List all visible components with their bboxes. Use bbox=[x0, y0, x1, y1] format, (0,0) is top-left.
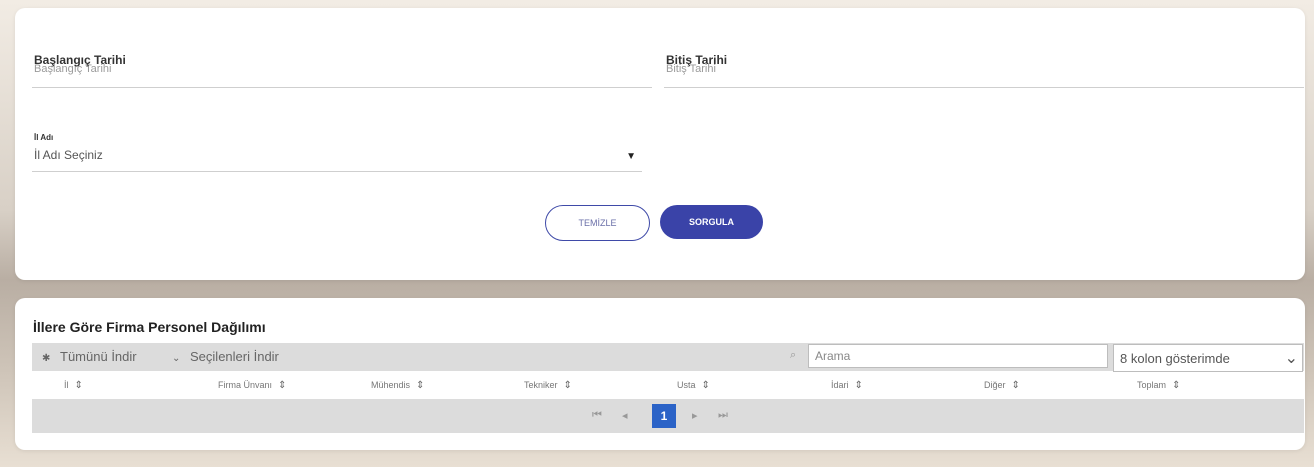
sort-icon[interactable]: ⇕ bbox=[278, 380, 286, 391]
province-select[interactable]: İl Adı İl Adı Seçiniz ▼ bbox=[32, 133, 642, 172]
report-card: İllere Göre Firma Personel Dağılımı ✱ Tü… bbox=[15, 298, 1305, 450]
next-page-icon[interactable]: ▸ bbox=[692, 409, 698, 422]
column-header-diger[interactable]: Diğer ⇕ bbox=[984, 380, 1020, 391]
column-header-muhendis[interactable]: Mühendis ⇕ bbox=[371, 380, 424, 391]
last-page-icon[interactable]: ⏭ bbox=[718, 409, 728, 422]
caret-down-icon[interactable]: ▼ bbox=[626, 151, 636, 162]
clear-button[interactable]: TEMİZLE bbox=[545, 205, 650, 241]
download-icon: ✱ bbox=[42, 353, 51, 364]
province-placeholder: İl Adı Seçiniz bbox=[34, 148, 103, 162]
table-toolbar: ✱ Tümünü İndir ⌄ Seçilenleri İndir ⌕ Ara… bbox=[32, 343, 1304, 372]
sort-icon[interactable]: ⇕ bbox=[75, 380, 83, 391]
download-selected-button[interactable]: ⌄ Seçilenleri İndir bbox=[172, 349, 279, 364]
sort-icon[interactable]: ⇕ bbox=[416, 380, 424, 391]
start-date-label: Başlangıç Tarihi bbox=[34, 53, 126, 67]
province-label: İl Adı bbox=[34, 133, 54, 142]
sort-icon[interactable]: ⇕ bbox=[702, 380, 710, 391]
columns-label: 8 kolon gösterimde bbox=[1120, 351, 1230, 366]
report-title: İllere Göre Firma Personel Dağılımı bbox=[33, 319, 266, 335]
query-button[interactable]: SORGULA bbox=[660, 205, 763, 239]
start-date-field[interactable]: Başlangıç Tarihi Başlangıç Tarihi bbox=[32, 53, 652, 88]
download-all-label: Tümünü İndir bbox=[60, 349, 137, 364]
current-page-button[interactable]: 1 bbox=[652, 404, 676, 428]
column-header-idari[interactable]: İdari ⇕ bbox=[831, 380, 863, 391]
sort-icon[interactable]: ⇕ bbox=[564, 380, 572, 391]
column-header-il[interactable]: İl ⇕ bbox=[64, 380, 83, 391]
first-page-icon[interactable]: ⏮ bbox=[592, 409, 602, 422]
download-all-button[interactable]: ✱ Tümünü İndir bbox=[42, 349, 137, 364]
search-icon: ⌕ bbox=[790, 349, 797, 361]
end-date-label: Bitiş Tarihi bbox=[666, 53, 728, 67]
chevron-down-icon: ⌄ bbox=[172, 353, 181, 364]
pagination: ⏮ ◂ 1 ▸ ⏭ bbox=[32, 399, 1304, 433]
column-header-toplam[interactable]: Toplam ⇕ bbox=[1137, 380, 1180, 391]
column-header-usta[interactable]: Usta ⇕ bbox=[677, 380, 710, 391]
column-visibility-select[interactable]: 8 kolon gösterimde ⌄ bbox=[1113, 344, 1303, 372]
sort-icon[interactable]: ⇕ bbox=[1172, 380, 1180, 391]
search-input[interactable]: Arama bbox=[808, 344, 1108, 368]
table-header: İl ⇕ Firma Ünvanı ⇕ Mühendis ⇕ Tekniker ⇕ Us… bbox=[32, 372, 1304, 398]
chevron-down-icon: ⌄ bbox=[1284, 350, 1298, 367]
end-date-field[interactable]: Bitiş Tarihi Bitiş Tarihi bbox=[664, 53, 1304, 88]
sort-icon[interactable]: ⇕ bbox=[855, 380, 863, 391]
filter-card: Başlangıç Tarihi Başlangıç Tarihi Bitiş … bbox=[15, 8, 1305, 280]
column-header-firma[interactable]: Firma Ünvanı ⇕ bbox=[218, 380, 286, 391]
previous-page-icon[interactable]: ◂ bbox=[622, 409, 628, 422]
download-selected-label: Seçilenleri İndir bbox=[190, 349, 279, 364]
column-header-tekniker[interactable]: Tekniker ⇕ bbox=[524, 380, 572, 391]
sort-icon[interactable]: ⇕ bbox=[1012, 380, 1020, 391]
